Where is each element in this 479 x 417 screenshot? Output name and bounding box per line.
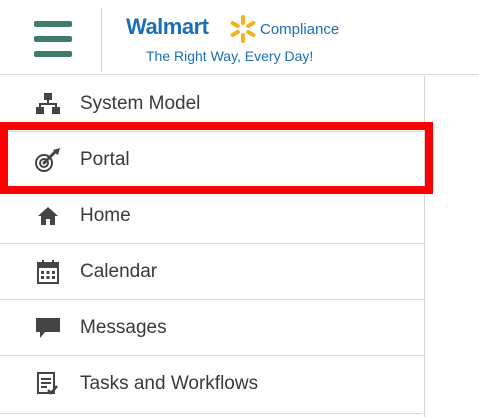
menu-item-label: Portal — [80, 149, 130, 170]
logo-suffix: Compliance — [260, 21, 340, 38]
header-divider — [101, 8, 102, 72]
menu-item-home[interactable]: Home — [0, 188, 423, 244]
task-list-icon — [34, 372, 62, 396]
menu-item-label: Tasks and Workflows — [80, 373, 259, 394]
message-icon — [34, 316, 62, 340]
walmart-compliance-logo[interactable]: Walmart Compliance The Right Way, Every … — [126, 14, 366, 70]
hamburger-menu-button[interactable] — [22, 18, 82, 62]
menu-item-label: System Model — [80, 93, 201, 114]
menu-item-label: Messages — [80, 317, 167, 338]
navigation-menu: System Model Portal Home Calendar Messag… — [0, 76, 425, 417]
calendar-icon — [34, 260, 62, 284]
app-header: Walmart Compliance The Right Way, Every … — [0, 0, 479, 75]
menu-item-label: Home — [80, 205, 131, 226]
logo-tagline: The Right Way, Every Day! — [146, 48, 314, 64]
hamburger-icon — [34, 21, 72, 27]
hierarchy-icon — [34, 92, 62, 116]
menu-item-label: Calendar — [80, 261, 158, 282]
menu-item-portal[interactable]: Portal — [0, 132, 423, 188]
home-icon — [34, 204, 62, 228]
menu-item-system-model[interactable]: System Model — [0, 76, 423, 132]
target-dart-icon — [34, 148, 62, 172]
menu-item-calendar[interactable]: Calendar — [0, 244, 423, 300]
menu-item-messages[interactable]: Messages — [0, 300, 423, 356]
walmart-spark-icon — [230, 15, 256, 43]
menu-item-tasks-and-workflows[interactable]: Tasks and Workflows — [0, 356, 423, 414]
logo-brand: Walmart — [126, 14, 209, 39]
